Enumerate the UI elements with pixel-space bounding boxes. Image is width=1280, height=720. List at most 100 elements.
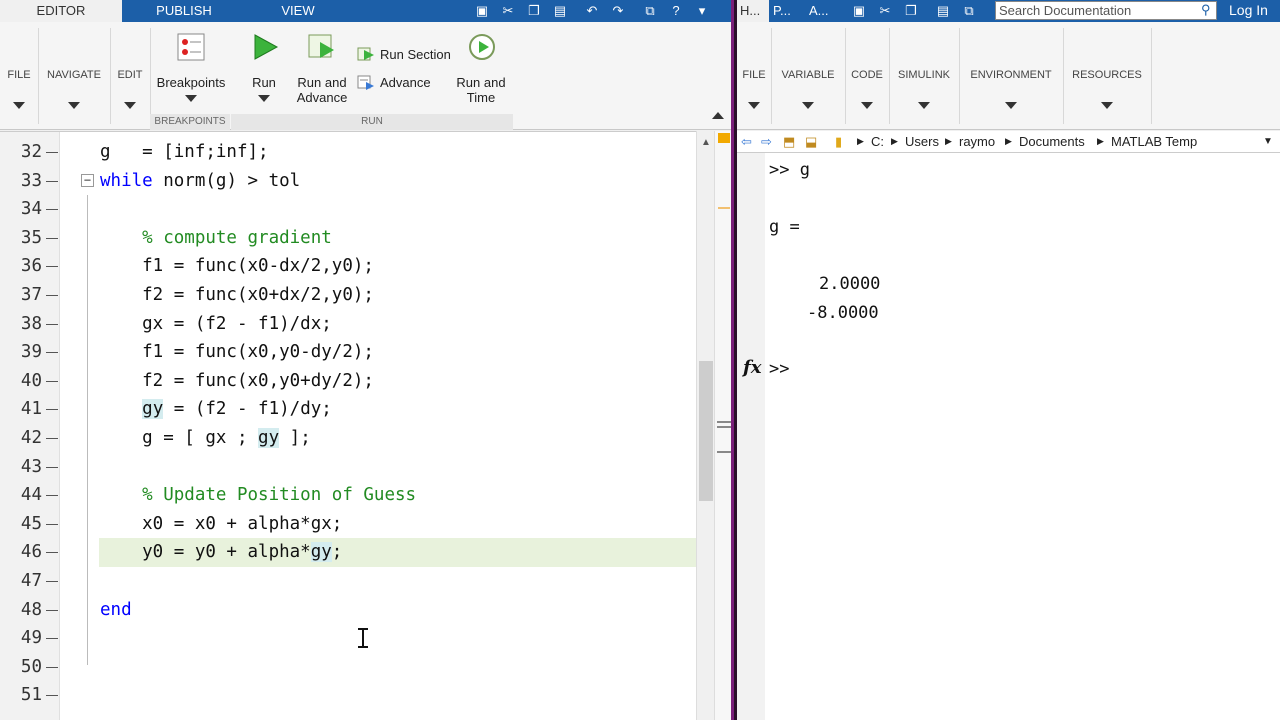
code-text[interactable]: end (100, 596, 132, 625)
executable-line-marker[interactable] (46, 209, 58, 211)
save-icon[interactable]: ▣ (472, 2, 492, 20)
breakpoints-button[interactable]: Breakpoints (152, 75, 230, 90)
back-icon[interactable]: ⇦ (741, 131, 752, 152)
undo-icon[interactable]: ↶ (582, 2, 602, 20)
executable-line-marker[interactable] (46, 695, 58, 697)
run-dropdown-icon[interactable] (258, 95, 270, 102)
run-and-time-button[interactable]: Run and Time (450, 75, 512, 105)
paste-icon[interactable]: ▤ (550, 2, 570, 20)
variable-dropdown-icon[interactable] (802, 102, 814, 109)
code-text[interactable]: g = [ gx ; gy ]; (100, 424, 311, 453)
code-text[interactable]: gx = (f2 - f1)/dx; (100, 310, 332, 339)
executable-line-marker[interactable] (46, 352, 58, 354)
command-prompt[interactable]: >> (769, 359, 789, 379)
breakpoints-dropdown-icon[interactable] (185, 95, 197, 102)
executable-line-marker[interactable] (46, 380, 58, 382)
run-section-icon[interactable] (357, 46, 375, 62)
code-line[interactable]: 38 gx = (f2 - f1)/dx; (0, 310, 696, 339)
simulink-dropdown-icon[interactable] (918, 102, 930, 109)
executable-line-marker[interactable] (46, 609, 58, 611)
copy-icon[interactable]: ❐ (524, 2, 544, 20)
code-line[interactable]: 41 gy = (f2 - f1)/dy; (0, 395, 696, 424)
code-line[interactable]: 47 (0, 567, 696, 596)
code-line[interactable]: 34 (0, 195, 696, 224)
editor-scrollbar[interactable]: ▲ (696, 131, 714, 720)
paste-icon[interactable]: ▤ (933, 2, 953, 20)
tab-plots[interactable]: P... (771, 0, 791, 22)
code-text[interactable]: f2 = func(x0,y0+dy/2); (100, 367, 374, 396)
path-segment-drive[interactable]: C: (871, 131, 884, 152)
executable-line-marker[interactable] (46, 666, 58, 668)
run-and-time-icon[interactable] (467, 32, 497, 62)
tab-home[interactable]: H... (737, 0, 769, 22)
login-button[interactable]: Log In (1229, 0, 1268, 22)
executable-line-marker[interactable] (46, 466, 58, 468)
analyzer-status-icon[interactable] (718, 133, 730, 143)
code-line[interactable]: 48 end (0, 596, 696, 625)
code-text[interactable]: f1 = func(x0-dx/2,y0); (100, 252, 374, 281)
cut-icon[interactable]: ✂ (875, 2, 895, 20)
code-line[interactable]: 49 (0, 624, 696, 653)
split-handle-icon-2[interactable] (717, 451, 731, 453)
code-text[interactable]: f2 = func(x0+dx/2,y0); (100, 281, 374, 310)
executable-line-marker[interactable] (46, 237, 58, 239)
path-segment-documents[interactable]: Documents (1019, 131, 1085, 152)
scroll-up-icon[interactable]: ▲ (701, 137, 711, 148)
copy-icon[interactable]: ❐ (901, 2, 921, 20)
tab-publish[interactable]: PUBLISH (122, 0, 246, 22)
forward-icon[interactable]: ⇨ (761, 131, 772, 152)
ribbon-simulink-section[interactable]: SIMULINK (889, 69, 959, 81)
code-text[interactable]: % Update Position of Guess (100, 481, 416, 510)
code-line[interactable]: 46 y0 = y0 + alpha*gy; (0, 538, 696, 567)
code-text[interactable]: gy = (f2 - f1)/dy; (100, 395, 332, 424)
code-text[interactable]: g = [inf;inf]; (100, 138, 269, 167)
executable-line-marker[interactable] (46, 552, 58, 554)
run-button[interactable]: Run (240, 75, 288, 90)
ribbon-file-label[interactable]: FILE (0, 69, 38, 81)
code-line[interactable]: 40 f2 = func(x0,y0+dy/2); (0, 367, 696, 396)
code-line[interactable]: 43 (0, 453, 696, 482)
code-line[interactable]: 32 g = [inf;inf]; (0, 138, 696, 167)
command-window[interactable]: >> g g = 2.0000 -8.0000 fx >> (737, 153, 1280, 720)
run-icon[interactable] (251, 32, 279, 62)
tab-apps[interactable]: A... (807, 0, 829, 22)
run-and-advance-button[interactable]: Run and Advance (290, 75, 354, 105)
search-documentation-input[interactable]: Search Documentation (995, 1, 1217, 20)
function-browser-icon[interactable]: fx (743, 357, 761, 378)
collapse-fold-icon[interactable]: − (81, 173, 94, 187)
executable-line-marker[interactable] (46, 266, 58, 268)
browse-folder-icon[interactable]: ⬓ (805, 131, 817, 152)
code-line[interactable]: 50 (0, 653, 696, 682)
path-segment-users[interactable]: Users (905, 131, 939, 152)
code-text[interactable]: while norm(g) > tol (100, 167, 300, 196)
code-text[interactable]: x0 = x0 + alpha*gx; (100, 510, 342, 539)
tab-editor[interactable]: EDITOR (0, 0, 122, 22)
ribbon-edit-label[interactable]: EDIT (110, 69, 150, 81)
analyzer-marker[interactable] (718, 207, 730, 209)
path-dropdown-icon[interactable]: ▼ (1263, 131, 1273, 152)
cut-icon[interactable]: ✂ (498, 2, 518, 20)
code-line[interactable]: 44 % Update Position of Guess (0, 481, 696, 510)
executable-line-marker[interactable] (46, 409, 58, 411)
code-editor[interactable]: 32 g = [inf;inf]; 33 − while norm(g) > tol 34… (0, 131, 696, 720)
executable-line-marker[interactable] (46, 523, 58, 525)
scrollbar-thumb[interactable] (699, 361, 713, 501)
code-line[interactable]: 42 g = [ gx ; gy ]; (0, 424, 696, 453)
file-dropdown-icon[interactable] (748, 102, 760, 109)
ribbon-resources-section[interactable]: RESOURCES (1063, 69, 1151, 81)
ribbon-code-section[interactable]: CODE (845, 69, 889, 81)
run-and-advance-icon[interactable] (306, 32, 338, 62)
switch-windows-icon[interactable]: ⧉ (959, 2, 979, 20)
breakpoints-icon[interactable] (176, 32, 206, 62)
code-text[interactable]: y0 = y0 + alpha*gy; (100, 538, 342, 567)
code-dropdown-icon[interactable] (861, 102, 873, 109)
executable-line-marker[interactable] (46, 323, 58, 325)
executable-line-marker[interactable] (46, 495, 58, 497)
resources-dropdown-icon[interactable] (1101, 102, 1113, 109)
edit-dropdown-icon[interactable] (124, 102, 136, 109)
tab-view[interactable]: VIEW (246, 0, 350, 22)
ribbon-variable-section[interactable]: VARIABLE (771, 69, 845, 81)
code-line[interactable]: 45 x0 = x0 + alpha*gx; (0, 510, 696, 539)
path-segment-raymo[interactable]: raymo (959, 131, 995, 152)
advance-icon[interactable] (357, 74, 375, 90)
